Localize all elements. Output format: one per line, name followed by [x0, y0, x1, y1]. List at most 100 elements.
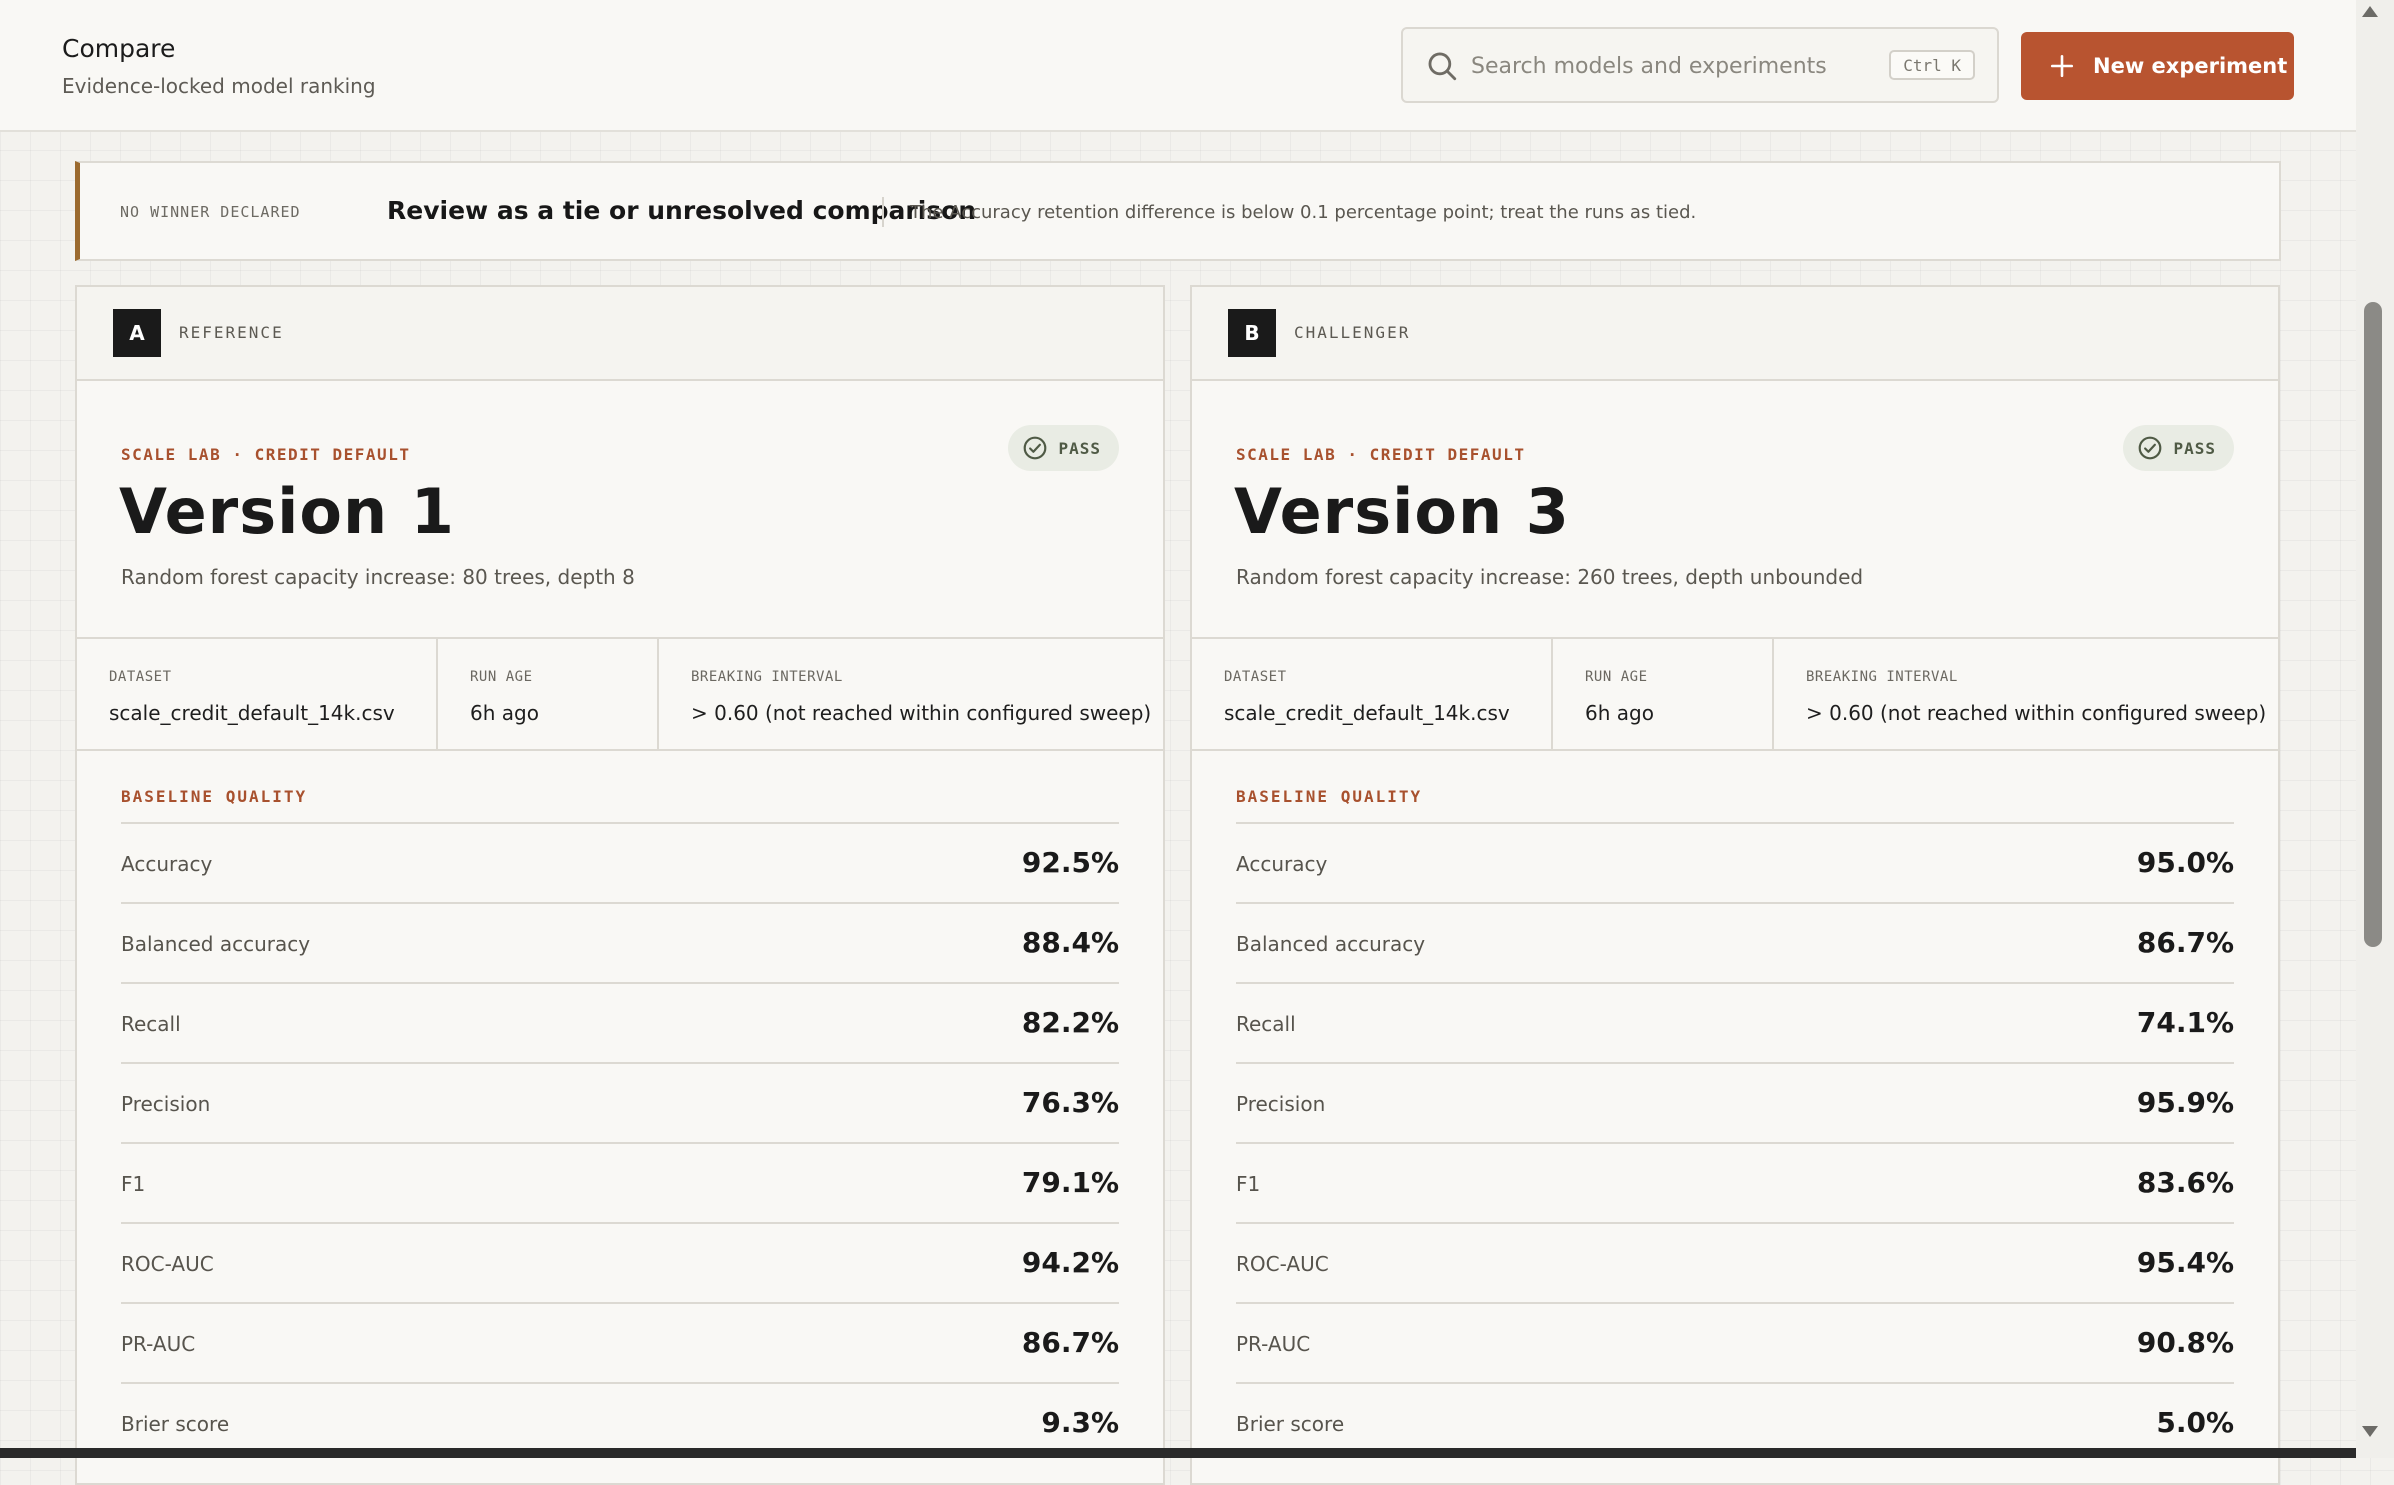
card-role: CHALLENGER — [1294, 323, 1411, 342]
card-letter-badge: B — [1228, 309, 1276, 357]
metric-row: Accuracy 92.5% — [121, 822, 1119, 902]
meta-value: scale_credit_default_14k.csv — [1224, 701, 1510, 725]
metric-row: F1 83.6% — [1236, 1142, 2234, 1222]
version-description: Random forest capacity increase: 80 tree… — [121, 565, 635, 589]
metric-value: 74.1% — [2136, 1006, 2234, 1039]
metric-name: Accuracy — [121, 852, 213, 876]
metric-value: 86.7% — [1021, 1326, 1119, 1359]
metric-name: F1 — [1236, 1172, 1261, 1196]
meta-run-age: RUN AGE 6h ago — [1553, 639, 1774, 749]
metric-name: Precision — [1236, 1092, 1326, 1116]
metric-value: 5.0% — [2156, 1406, 2234, 1439]
meta-label: BREAKING INTERVAL — [691, 669, 843, 685]
metric-row: Precision 76.3% — [121, 1062, 1119, 1142]
metric-value: 9.3% — [1041, 1406, 1119, 1439]
metric-row: ROC-AUC 95.4% — [1236, 1222, 2234, 1302]
metric-row: F1 79.1% — [121, 1142, 1119, 1222]
page-subtitle: Evidence-locked model ranking — [62, 74, 376, 98]
metric-row: PR-AUC 86.7% — [121, 1302, 1119, 1382]
metric-name: PR-AUC — [1236, 1332, 1311, 1356]
meta-label: BREAKING INTERVAL — [1806, 669, 1958, 685]
meta-value: 6h ago — [470, 701, 539, 725]
meta-dataset: DATASET scale_credit_default_14k.csv — [77, 639, 438, 749]
meta-label: RUN AGE — [1585, 669, 1648, 685]
metric-name: Balanced accuracy — [1236, 932, 1426, 956]
metric-name: PR-AUC — [121, 1332, 196, 1356]
metric-value: 95.4% — [2136, 1246, 2234, 1279]
section-title: BASELINE QUALITY — [1236, 787, 1423, 806]
metric-name: Recall — [121, 1012, 181, 1036]
metric-value: 86.7% — [2136, 926, 2234, 959]
metrics-list: Accuracy 95.0% Balanced accuracy 86.7% Rec… — [1236, 822, 2234, 1462]
meta-breaking-interval: BREAKING INTERVAL > 0.60 (not reached wi… — [659, 639, 1163, 749]
run-meta: DATASET scale_credit_default_14k.csv RUN… — [1192, 637, 2278, 751]
section-title: BASELINE QUALITY — [121, 787, 308, 806]
status-badge: PASS — [1008, 425, 1119, 471]
metric-name: Brier score — [121, 1412, 230, 1436]
run-meta: DATASET scale_credit_default_14k.csv RUN… — [77, 637, 1163, 751]
project-label: SCALE LAB · CREDIT DEFAULT — [121, 445, 411, 464]
metric-value: 92.5% — [1021, 846, 1119, 879]
scroll-up-arrow-icon[interactable] — [2362, 6, 2378, 17]
meta-label: DATASET — [1224, 669, 1287, 685]
meta-value: > 0.60 (not reached within configured sw… — [1806, 701, 2267, 725]
scroll-down-arrow-icon[interactable] — [2362, 1426, 2378, 1437]
metric-value: 95.0% — [2136, 846, 2234, 879]
card-header: A REFERENCE — [77, 287, 1163, 381]
search-icon — [1428, 52, 1457, 81]
model-card-challenger: B CHALLENGER SCALE LAB · CREDIT DEFAULT … — [1190, 285, 2280, 1485]
metric-name: ROC-AUC — [1236, 1252, 1329, 1276]
metric-value: 79.1% — [1021, 1166, 1119, 1199]
metric-row: Accuracy 95.0% — [1236, 822, 2234, 902]
card-role: REFERENCE — [179, 323, 284, 342]
shortcut-hint: Ctrl K — [1889, 50, 1975, 80]
metric-value: 90.8% — [2136, 1326, 2234, 1359]
new-experiment-button[interactable]: New experiment — [2021, 32, 2294, 100]
metric-row: ROC-AUC 94.2% — [121, 1222, 1119, 1302]
version-title: Version 1 — [119, 475, 455, 548]
metric-name: Recall — [1236, 1012, 1296, 1036]
metric-name: ROC-AUC — [121, 1252, 214, 1276]
verdict-tag: NO WINNER DECLARED — [120, 203, 301, 221]
version-description: Random forest capacity increase: 260 tre… — [1236, 565, 1864, 589]
meta-value: scale_credit_default_14k.csv — [109, 701, 395, 725]
metric-row: Balanced accuracy 86.7% — [1236, 902, 2234, 982]
meta-breaking-interval: BREAKING INTERVAL > 0.60 (not reached wi… — [1774, 639, 2278, 749]
verdict-divider — [882, 197, 884, 227]
meta-value: 6h ago — [1585, 701, 1654, 725]
window-bottom-edge — [0, 1448, 2356, 1458]
metric-name: F1 — [121, 1172, 146, 1196]
metric-value: 88.4% — [1021, 926, 1119, 959]
model-card-reference: A REFERENCE SCALE LAB · CREDIT DEFAULT P… — [75, 285, 1165, 1485]
status-badge: PASS — [2123, 425, 2234, 471]
card-header: B CHALLENGER — [1192, 287, 2278, 381]
metric-row: Balanced accuracy 88.4% — [121, 902, 1119, 982]
verdict-text: The Accuracy retention difference is bel… — [910, 202, 1697, 223]
metric-row: Recall 74.1% — [1236, 982, 2234, 1062]
status-label: PASS — [2173, 438, 2216, 458]
search-box[interactable]: Ctrl K — [1401, 27, 1999, 103]
meta-dataset: DATASET scale_credit_default_14k.csv — [1192, 639, 1553, 749]
metric-name: Accuracy — [1236, 852, 1328, 876]
version-title: Version 3 — [1234, 475, 1570, 548]
plus-icon — [2050, 54, 2074, 78]
scrollbar-thumb[interactable] — [2364, 302, 2382, 947]
verdict-title: Review as a tie or unresolved comparison — [387, 196, 977, 225]
new-experiment-label: New experiment — [2093, 54, 2288, 78]
verdict-banner: NO WINNER DECLARED Review as a tie or un… — [75, 161, 2281, 261]
metric-row: Precision 95.9% — [1236, 1062, 2234, 1142]
meta-value: > 0.60 (not reached within configured sw… — [691, 701, 1152, 725]
top-header: Compare Evidence-locked model ranking Ct… — [0, 0, 2356, 132]
metric-value: 83.6% — [2136, 1166, 2234, 1199]
project-label: SCALE LAB · CREDIT DEFAULT — [1236, 445, 1526, 464]
search-input[interactable] — [1469, 43, 1873, 89]
page-title: Compare — [62, 34, 176, 63]
check-circle-icon — [2139, 436, 2162, 460]
metric-name: Precision — [121, 1092, 211, 1116]
metric-row: PR-AUC 90.8% — [1236, 1302, 2234, 1382]
metrics-list: Accuracy 92.5% Balanced accuracy 88.4% Rec… — [121, 822, 1119, 1462]
metric-row: Recall 82.2% — [121, 982, 1119, 1062]
metric-name: Balanced accuracy — [121, 932, 311, 956]
card-letter-badge: A — [113, 309, 161, 357]
metric-value: 76.3% — [1021, 1086, 1119, 1119]
